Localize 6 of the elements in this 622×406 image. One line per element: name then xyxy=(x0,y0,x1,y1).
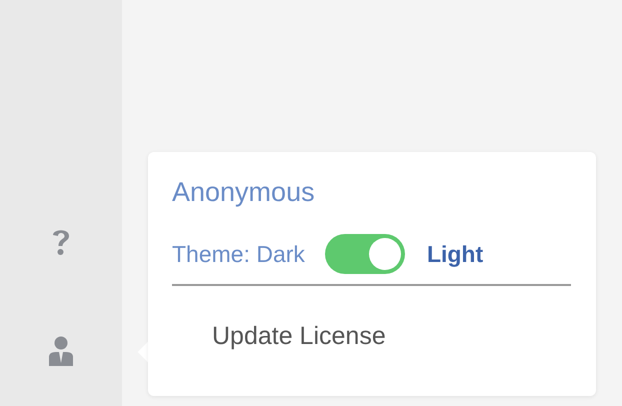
theme-option-label: Light xyxy=(426,240,484,268)
user-icon[interactable] xyxy=(48,336,74,366)
theme-toggle[interactable] xyxy=(324,234,405,274)
menu-item[interactable]: Update License xyxy=(212,322,571,351)
user-name: Anonymous xyxy=(172,176,316,209)
theme-label: Theme: Dark xyxy=(172,240,305,268)
